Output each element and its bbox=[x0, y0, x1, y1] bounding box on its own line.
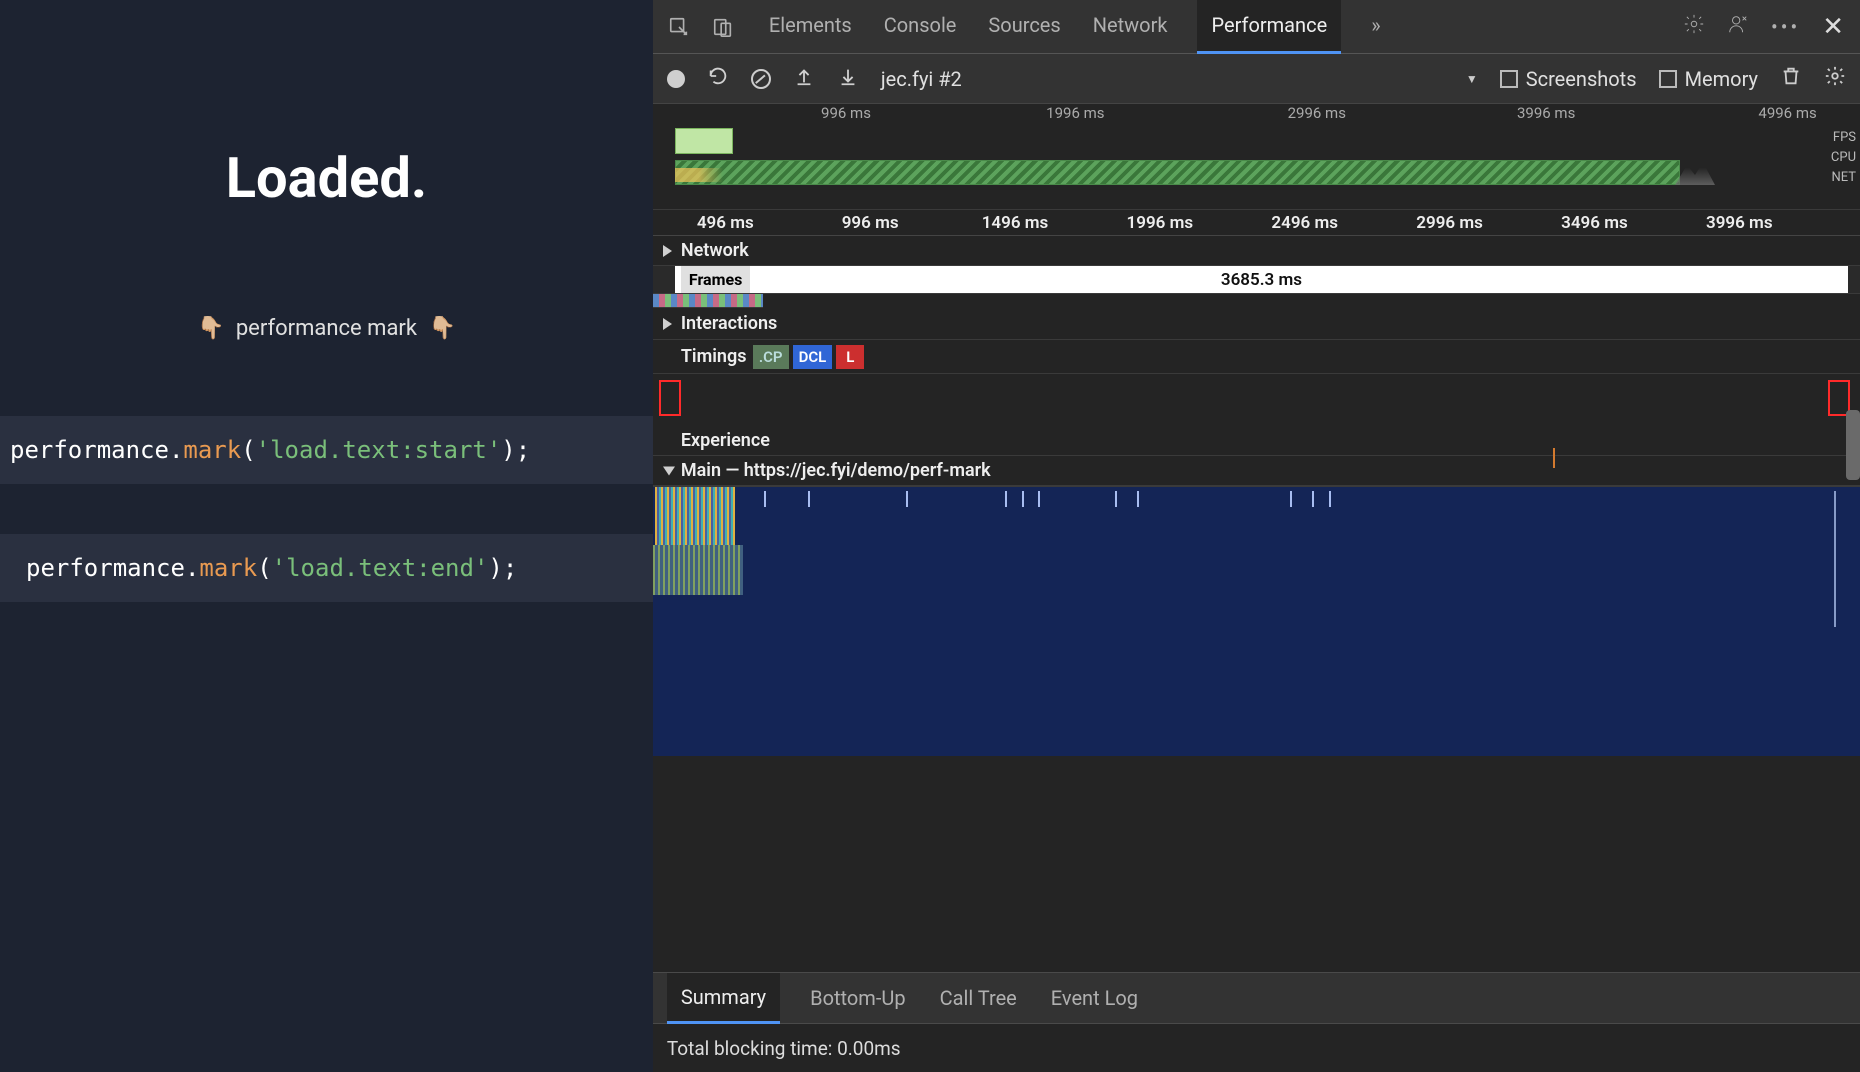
pointer-down-icon: 👇🏼 bbox=[197, 316, 224, 341]
overview-tick: 3996 ms bbox=[1517, 104, 1575, 122]
tab-call-tree[interactable]: Call Tree bbox=[936, 974, 1021, 1022]
overview-tick: 4996 ms bbox=[1758, 104, 1816, 122]
lane-network[interactable]: Network bbox=[653, 236, 1860, 266]
overview-cpu-spike bbox=[1675, 160, 1715, 185]
highlight-box bbox=[659, 380, 681, 416]
overview-timeline[interactable]: 996 ms 1996 ms 2996 ms 3996 ms 4996 ms F… bbox=[653, 104, 1860, 210]
total-blocking-time: Total blocking time: 0.00ms bbox=[667, 1037, 901, 1060]
settings-gear-icon[interactable] bbox=[1683, 13, 1705, 40]
main-thread-flamechart[interactable] bbox=[653, 486, 1860, 756]
expand-icon[interactable] bbox=[663, 318, 672, 330]
tab-bottom-up[interactable]: Bottom-Up bbox=[806, 974, 909, 1022]
performance-toolbar: jec.fyi #2 ▼ Screenshots Memory bbox=[653, 54, 1860, 104]
more-menu-icon[interactable]: ••• bbox=[1771, 15, 1800, 39]
lane-experience[interactable]: Experience bbox=[653, 426, 1860, 456]
tab-performance[interactable]: Performance bbox=[1197, 0, 1341, 54]
tab-sources[interactable]: Sources bbox=[986, 0, 1062, 54]
delete-recording-icon[interactable] bbox=[1780, 65, 1802, 92]
overview-activity bbox=[675, 168, 735, 182]
timing-marker-load[interactable]: L bbox=[836, 345, 864, 369]
lane-frames-label: Frames bbox=[681, 266, 750, 293]
tab-console[interactable]: Console bbox=[882, 0, 959, 54]
overview-tick: 2996 ms bbox=[1288, 104, 1346, 122]
more-tabs-chevron[interactable]: » bbox=[1369, 0, 1382, 54]
tab-event-log[interactable]: Event Log bbox=[1047, 974, 1142, 1022]
lane-timings[interactable]: Timings .CP DCL L bbox=[653, 340, 1860, 374]
overview-frame-chunk bbox=[675, 128, 733, 154]
expand-icon[interactable] bbox=[663, 245, 672, 257]
account-icon[interactable] bbox=[1727, 13, 1749, 40]
tab-network[interactable]: Network bbox=[1091, 0, 1170, 54]
memory-checkbox[interactable]: Memory bbox=[1659, 67, 1758, 91]
lane-interactions[interactable]: Interactions bbox=[653, 308, 1860, 340]
frame-detail-strip bbox=[653, 294, 763, 308]
device-toolbar-icon[interactable] bbox=[709, 13, 737, 41]
timings-detail-row bbox=[653, 374, 1860, 426]
screenshots-checkbox[interactable]: Screenshots bbox=[1500, 67, 1637, 91]
timing-marker-dcl[interactable]: DCL bbox=[793, 345, 833, 369]
clear-button[interactable] bbox=[751, 69, 771, 89]
code-snippet-end: performance.mark('load.text:end'); bbox=[0, 534, 653, 602]
collapse-icon[interactable] bbox=[663, 466, 675, 475]
demo-page: Loaded. 👇🏼 performance mark 👇🏼 performan… bbox=[0, 0, 653, 1072]
page-title: Loaded. bbox=[0, 145, 653, 211]
devtools-panel: Elements Console Sources Network Perform… bbox=[653, 0, 1860, 1072]
overview-cpu-lane bbox=[675, 160, 1680, 185]
flamechart-ruler: 496 ms 996 ms 1496 ms 1996 ms 2496 ms 29… bbox=[653, 210, 1860, 236]
summary-content: Total blocking time: 0.00ms bbox=[653, 1024, 1860, 1072]
pointer-down-icon: 👇🏼 bbox=[429, 316, 456, 341]
inspect-element-icon[interactable] bbox=[665, 13, 693, 41]
record-button[interactable] bbox=[667, 70, 685, 88]
perf-mark-text: performance mark bbox=[236, 316, 417, 341]
lane-frames[interactable]: 3685.3 ms Frames bbox=[653, 266, 1860, 294]
timing-marker-fcp[interactable]: .CP bbox=[753, 345, 789, 369]
capture-settings-icon[interactable] bbox=[1824, 65, 1846, 92]
reload-button[interactable] bbox=[707, 65, 729, 92]
download-button[interactable] bbox=[837, 65, 859, 92]
recording-dropdown-icon[interactable]: ▼ bbox=[1466, 72, 1478, 86]
perf-mark-label: 👇🏼 performance mark 👇🏼 bbox=[0, 316, 653, 341]
lane-main[interactable]: Main — https://jec.fyi/demo/perf-mark bbox=[653, 456, 1860, 486]
overview-tick: 996 ms bbox=[821, 104, 871, 122]
overview-lane-labels: FPS CPU NET bbox=[1831, 128, 1856, 188]
recording-selector[interactable]: jec.fyi #2 bbox=[881, 67, 962, 91]
vertical-scrollbar[interactable] bbox=[1846, 410, 1860, 480]
devtools-tabs: Elements Console Sources Network Perform… bbox=[653, 0, 1860, 54]
tab-summary[interactable]: Summary bbox=[667, 973, 780, 1024]
overview-tick: 1996 ms bbox=[1046, 104, 1104, 122]
tab-elements[interactable]: Elements bbox=[767, 0, 854, 54]
flamechart[interactable]: 496 ms 996 ms 1496 ms 1996 ms 2496 ms 29… bbox=[653, 210, 1860, 972]
details-tabstrip: Summary Bottom-Up Call Tree Event Log bbox=[653, 972, 1860, 1024]
code-snippet-start: performance.mark('load.text:start'); bbox=[0, 416, 653, 484]
frame-bar: 3685.3 ms bbox=[675, 266, 1848, 293]
close-devtools-icon[interactable]: ✕ bbox=[1822, 12, 1844, 42]
upload-button[interactable] bbox=[793, 65, 815, 92]
